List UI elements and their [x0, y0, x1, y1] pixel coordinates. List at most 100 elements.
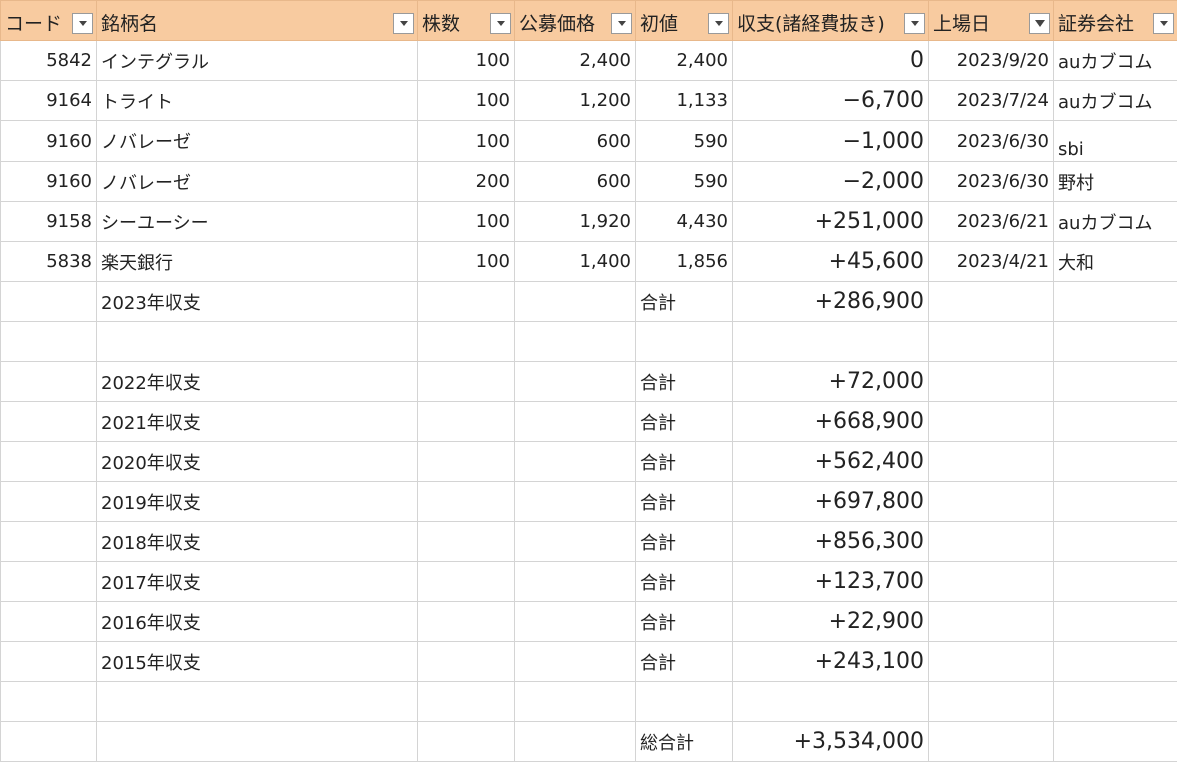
header-offer-price: 公募価格	[515, 1, 636, 41]
empty-cell[interactable]	[515, 282, 636, 322]
cell-listing-date[interactable]: 2023/9/20	[929, 41, 1054, 81]
cell-shares[interactable]: 100	[418, 41, 515, 81]
cell-initial-price[interactable]: 4,430	[636, 202, 733, 242]
cell-initial-price[interactable]: 1,856	[636, 242, 733, 282]
header-initial-price: 初値	[636, 1, 733, 41]
cell-shares[interactable]: 100	[418, 121, 515, 162]
cell-name[interactable]: ノバレーゼ	[97, 162, 418, 202]
cell-offer-price[interactable]: 600	[515, 121, 636, 162]
year-label[interactable]: 2023年収支	[97, 282, 418, 322]
filter-dropdown-icon[interactable]	[904, 13, 925, 34]
cell-name[interactable]: トライト	[97, 81, 418, 121]
cell-offer-price[interactable]: 2,400	[515, 41, 636, 81]
grand-total-label[interactable]: 総合計	[636, 722, 733, 762]
cell-code[interactable]: 9164	[1, 81, 97, 121]
summary-row: 2019年収支 合計 +697,800	[1, 482, 1177, 522]
filter-dropdown-icon[interactable]	[490, 13, 511, 34]
total-label[interactable]: 合計	[636, 282, 733, 322]
year-total[interactable]: +22,900	[733, 602, 929, 642]
cell-name[interactable]: 楽天銀行	[97, 242, 418, 282]
filter-dropdown-icon[interactable]	[1153, 13, 1174, 34]
filter-dropdown-icon[interactable]	[708, 13, 729, 34]
year-total[interactable]: +123,700	[733, 562, 929, 602]
cell-offer-price[interactable]: 1,200	[515, 81, 636, 121]
summary-row: 2015年収支 合計 +243,100	[1, 642, 1177, 682]
year-total[interactable]: +856,300	[733, 522, 929, 562]
year-label[interactable]: 2019年収支	[97, 482, 418, 522]
cell-code[interactable]: 5842	[1, 41, 97, 81]
cell-name[interactable]: インテグラル	[97, 41, 418, 81]
cell-initial-price[interactable]: 1,133	[636, 81, 733, 121]
total-label[interactable]: 合計	[636, 522, 733, 562]
cell-profit-loss[interactable]: −6,700	[733, 81, 929, 121]
cell-broker[interactable]: sbi	[1054, 121, 1177, 162]
year-label[interactable]: 2017年収支	[97, 562, 418, 602]
cell-shares[interactable]: 100	[418, 81, 515, 121]
cell-offer-price[interactable]: 1,920	[515, 202, 636, 242]
cell-profit-loss[interactable]: −2,000	[733, 162, 929, 202]
summary-row-2023: 2023年収支 合計 +286,900	[1, 282, 1177, 322]
total-label[interactable]: 合計	[636, 402, 733, 442]
grand-total-value[interactable]: +3,534,000	[733, 722, 929, 762]
cell-broker[interactable]: 大和	[1054, 242, 1177, 282]
cell-listing-date[interactable]: 2023/7/24	[929, 81, 1054, 121]
filter-dropdown-icon[interactable]	[72, 13, 93, 34]
year-total[interactable]: +562,400	[733, 442, 929, 482]
total-label[interactable]: 合計	[636, 482, 733, 522]
cell-shares[interactable]: 100	[418, 242, 515, 282]
cell-shares[interactable]: 100	[418, 202, 515, 242]
table-row: 9164 トライト 100 1,200 1,133 −6,700 2023/7/…	[1, 81, 1177, 121]
spreadsheet[interactable]: コード 銘柄名 株数 公募価格 初値 収支(諸経費抜き) 上場日 証券会社 58…	[0, 0, 1177, 761]
empty-cell[interactable]	[1054, 282, 1177, 322]
total-label[interactable]: 合計	[636, 362, 733, 402]
cell-listing-date[interactable]: 2023/6/21	[929, 202, 1054, 242]
table-row: 9158 シーユーシー 100 1,920 4,430 +251,000 202…	[1, 202, 1177, 242]
cell-name[interactable]: ノバレーゼ	[97, 121, 418, 162]
year-label[interactable]: 2016年収支	[97, 602, 418, 642]
year-total[interactable]: +243,100	[733, 642, 929, 682]
cell-profit-loss[interactable]: 0	[733, 41, 929, 81]
cell-broker[interactable]: auカブコム	[1054, 41, 1177, 81]
cell-listing-date[interactable]: 2023/4/21	[929, 242, 1054, 282]
year-total[interactable]: +668,900	[733, 402, 929, 442]
header-shares: 株数	[418, 1, 515, 41]
total-label[interactable]: 合計	[636, 642, 733, 682]
empty-cell[interactable]	[929, 282, 1054, 322]
year-total[interactable]: +697,800	[733, 482, 929, 522]
cell-offer-price[interactable]: 600	[515, 162, 636, 202]
cell-broker[interactable]: auカブコム	[1054, 202, 1177, 242]
cell-profit-loss[interactable]: +45,600	[733, 242, 929, 282]
filter-active-icon[interactable]	[1029, 13, 1050, 34]
cell-profit-loss[interactable]: −1,000	[733, 121, 929, 162]
year-label[interactable]: 2021年収支	[97, 402, 418, 442]
cell-name[interactable]: シーユーシー	[97, 202, 418, 242]
year-label[interactable]: 2022年収支	[97, 362, 418, 402]
total-label[interactable]: 合計	[636, 442, 733, 482]
filter-dropdown-icon[interactable]	[611, 13, 632, 34]
cell-shares[interactable]: 200	[418, 162, 515, 202]
year-label[interactable]: 2018年収支	[97, 522, 418, 562]
blank-row	[1, 682, 1177, 722]
total-label[interactable]: 合計	[636, 602, 733, 642]
cell-listing-date[interactable]: 2023/6/30	[929, 121, 1054, 162]
cell-listing-date[interactable]: 2023/6/30	[929, 162, 1054, 202]
cell-code[interactable]: 9160	[1, 162, 97, 202]
cell-offer-price[interactable]: 1,400	[515, 242, 636, 282]
year-total[interactable]: +286,900	[733, 282, 929, 322]
cell-profit-loss[interactable]: +251,000	[733, 202, 929, 242]
cell-code[interactable]: 9160	[1, 121, 97, 162]
cell-initial-price[interactable]: 2,400	[636, 41, 733, 81]
year-total[interactable]: +72,000	[733, 362, 929, 402]
year-label[interactable]: 2015年収支	[97, 642, 418, 682]
cell-broker[interactable]: auカブコム	[1054, 81, 1177, 121]
cell-initial-price[interactable]: 590	[636, 121, 733, 162]
filter-dropdown-icon[interactable]	[393, 13, 414, 34]
cell-code[interactable]: 5838	[1, 242, 97, 282]
cell-broker[interactable]: 野村	[1054, 162, 1177, 202]
total-label[interactable]: 合計	[636, 562, 733, 602]
empty-cell[interactable]	[1, 282, 97, 322]
year-label[interactable]: 2020年収支	[97, 442, 418, 482]
cell-code[interactable]: 9158	[1, 202, 97, 242]
empty-cell[interactable]	[418, 282, 515, 322]
cell-initial-price[interactable]: 590	[636, 162, 733, 202]
